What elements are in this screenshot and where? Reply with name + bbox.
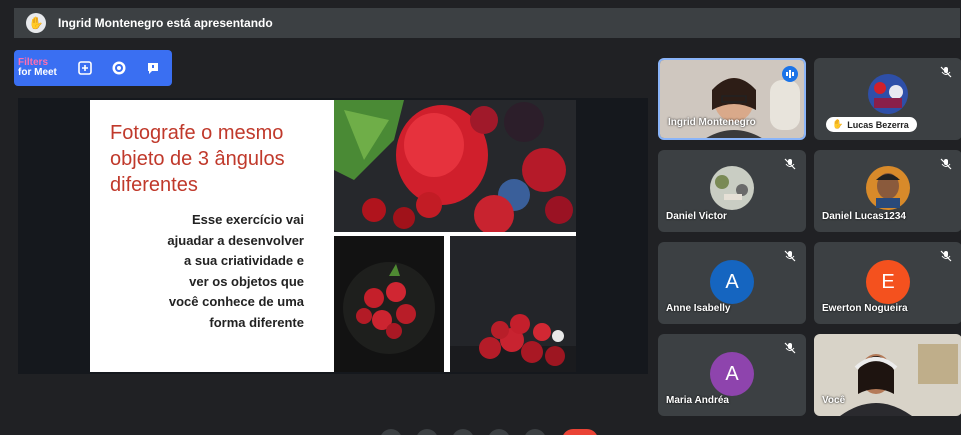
participant-tile[interactable]: E Ewerton Nogueira (814, 242, 961, 324)
presenting-text: Ingrid Montenegro está apresentando (58, 16, 273, 30)
mic-off-icon (940, 158, 952, 170)
participant-tile[interactable]: Daniel Lucas1234 (814, 150, 961, 232)
emoji-icon[interactable] (108, 57, 130, 79)
participant-name: Daniel Lucas1234 (822, 211, 906, 222)
participant-tile-self[interactable]: Você (814, 334, 961, 416)
strawberry-pile-photo (450, 236, 576, 372)
participant-tile[interactable]: A Maria Andréa (658, 334, 806, 416)
mic-off-icon (940, 250, 952, 262)
strawberries-photo (334, 100, 576, 232)
filters-for-meet-toolbar: Filters for Meet (14, 50, 172, 86)
slide-body: Esse exercício vai ajuadar a desenvolver… (167, 212, 304, 330)
bottom-control-bar (0, 426, 961, 435)
participant-name: Ingrid Montenegro (668, 117, 756, 128)
participant-tile[interactable]: ✋ Lucas Bezerra (814, 58, 961, 140)
presenter-hand-icon: ✋ (26, 13, 46, 33)
participant-name: Maria Andréa (666, 395, 729, 406)
speaking-indicator-icon (782, 66, 798, 82)
presentation-slide: Fotografe o mesmo objeto de 3 ângulos di… (90, 100, 576, 372)
chat-icon[interactable] (142, 57, 164, 79)
strawberry-bowl-photo (334, 236, 444, 372)
avatar: E (866, 260, 910, 304)
mic-off-icon (784, 158, 796, 170)
add-frame-icon[interactable] (74, 57, 96, 79)
participant-name: Anne Isabelly (666, 303, 731, 314)
leave-call-button[interactable] (562, 429, 598, 435)
participant-tile[interactable]: A Anne Isabelly (658, 242, 806, 324)
avatar: A (710, 352, 754, 396)
avatar: A (710, 260, 754, 304)
presentation-stage: Fotografe o mesmo objeto de 3 ângulos di… (18, 98, 648, 374)
hand-raised-label: ✋ Lucas Bezerra (826, 117, 917, 132)
mic-off-icon (784, 250, 796, 262)
hand-raised-icon: ✋ (832, 119, 844, 129)
mic-off-icon (784, 342, 796, 354)
participant-tile[interactable]: Ingrid Montenegro (658, 58, 806, 140)
filters-logo[interactable]: Filters for Meet (18, 58, 62, 78)
mic-off-icon (940, 66, 952, 78)
participant-name: Daniel Victor (666, 211, 727, 222)
participant-name: Ewerton Nogueira (822, 303, 908, 314)
presenting-banner: ✋ Ingrid Montenegro está apresentando (14, 8, 960, 38)
slide-title: Fotografe o mesmo objeto de 3 ângulos di… (110, 122, 285, 196)
participant-name: Você (822, 395, 846, 406)
participant-tile[interactable]: Daniel Victor (658, 150, 806, 232)
